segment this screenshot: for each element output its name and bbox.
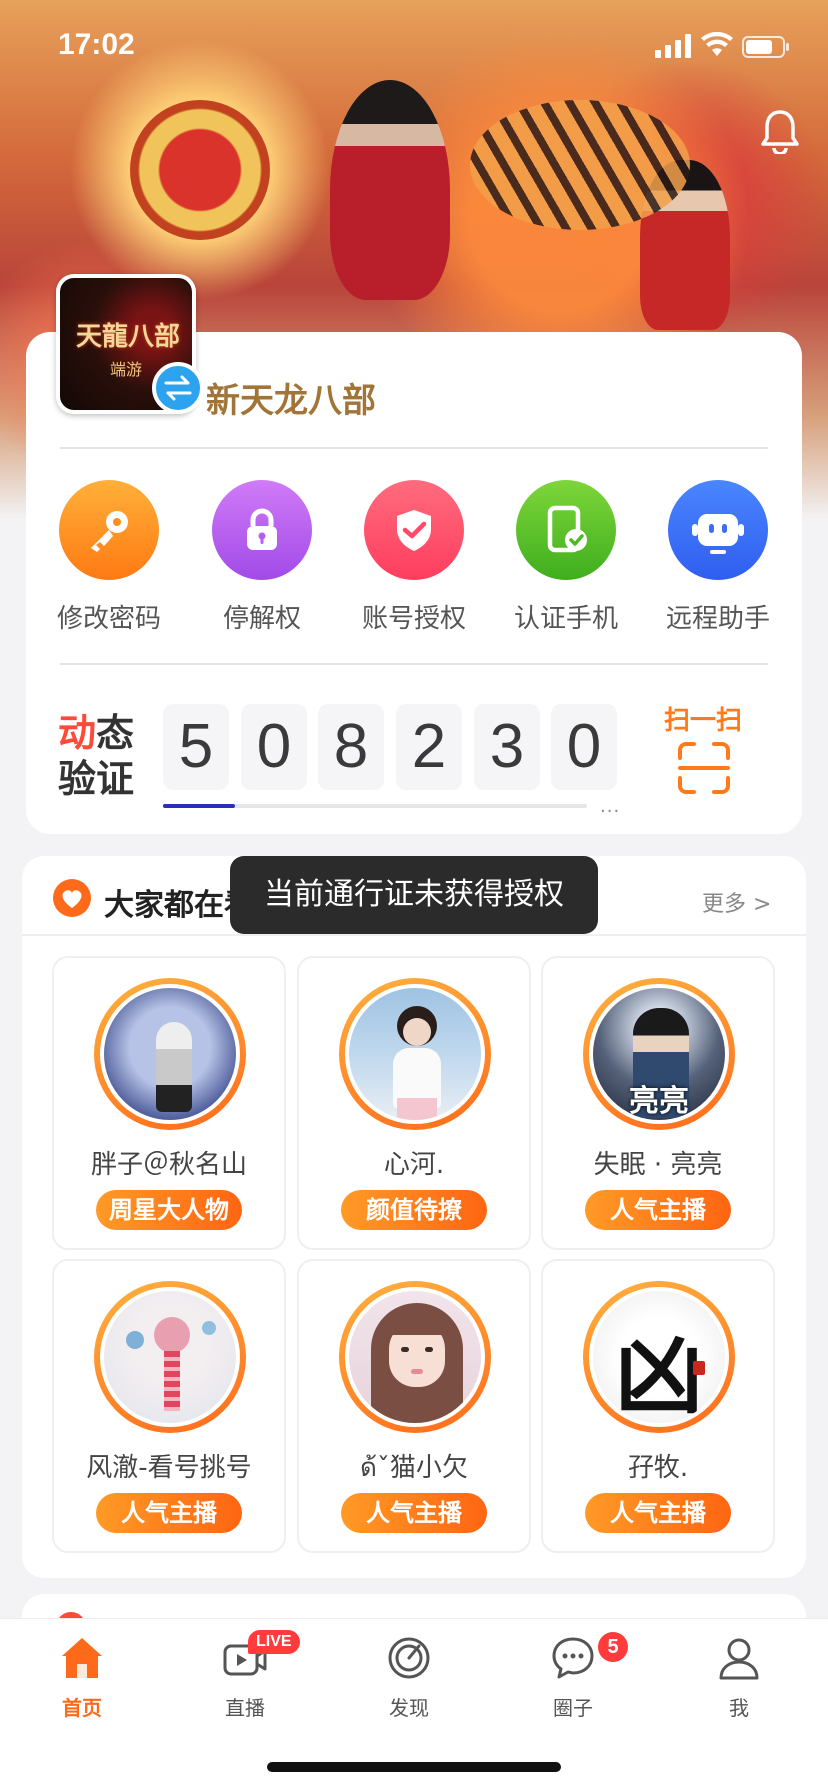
avatar (94, 978, 246, 1130)
dynamic-code-label-line2: 验证 (58, 757, 135, 801)
drum-decoration (130, 100, 270, 240)
user-name: 胖子＠秋名山 (90, 1150, 247, 1180)
avatar-text: 凶 (614, 1323, 703, 1427)
action-label: 远程助手 (665, 604, 770, 634)
live-badge: LIVE (248, 1630, 300, 1654)
dynamic-code-label-accent: 动 (58, 711, 97, 755)
action-suspend-auth[interactable]: 停解权 (197, 480, 327, 635)
avatar-image (100, 984, 240, 1124)
tab-label: 我 (729, 1696, 749, 1720)
code-countdown-fill (163, 804, 236, 808)
divider (22, 934, 806, 936)
divider (60, 663, 768, 665)
status-time: 17:02 (58, 28, 135, 61)
tab-home[interactable]: 首页 (22, 1634, 142, 1721)
action-verify-phone[interactable]: 认证手机 (501, 480, 631, 635)
user-card[interactable]: 亮亮 失眠 · 亮亮 人气主播 (541, 956, 775, 1250)
code-digit: 8 (318, 704, 384, 790)
phone-check-icon (516, 480, 616, 580)
dynamic-code-label: 动态 验证 (58, 710, 148, 802)
switch-account-icon[interactable] (152, 362, 204, 414)
user-name: ด้ˇ猫小欠 (360, 1453, 468, 1483)
action-account-auth[interactable]: 账号授权 (349, 480, 479, 635)
more-dots[interactable]: ... (600, 796, 620, 817)
user-card[interactable]: 心河. 颜值待撩 (297, 956, 531, 1250)
scan-icon[interactable] (676, 740, 732, 796)
user-tag: 周星大人物 (96, 1190, 242, 1230)
user-tag: 颜值待撩 (341, 1190, 487, 1230)
avatar-image: 凶 (589, 1287, 729, 1427)
user-tag: 人气主播 (585, 1190, 731, 1230)
chat-bubble-icon (552, 1637, 594, 1679)
action-remote-assistant[interactable]: 远程助手 (653, 480, 783, 635)
avatar-image (100, 1287, 240, 1427)
game-logo-title: 天龍八部 (75, 322, 180, 352)
user-tag: 人气主播 (585, 1493, 731, 1533)
tab-label: 圈子 (553, 1696, 593, 1720)
action-label: 账号授权 (361, 604, 466, 634)
code-digit: 2 (396, 704, 462, 790)
action-label: 停解权 (222, 604, 301, 634)
discover-icon (388, 1637, 430, 1679)
avatar-image (345, 1287, 485, 1427)
shield-check-icon (364, 480, 464, 580)
app-page: 17:02 天龍八部 端游 新天龙八部 修改密码 停解权 账号授权 认证手机 远… (0, 0, 828, 1792)
robot-icon (668, 480, 768, 580)
avatar: 亮亮 (583, 978, 735, 1130)
heart-icon (53, 879, 91, 917)
lock-icon (212, 480, 312, 580)
tab-label: 发现 (389, 1696, 429, 1720)
divider (60, 447, 768, 449)
user-card[interactable]: ด้ˇ猫小欠 人气主播 (297, 1259, 531, 1553)
avatar (339, 978, 491, 1130)
bell-icon[interactable] (760, 108, 800, 154)
user-name: 风澈-看号挑号 (86, 1453, 252, 1483)
user-tag: 人气主播 (341, 1493, 487, 1533)
tab-label: 直播 (225, 1696, 265, 1720)
tab-label: 首页 (62, 1696, 102, 1720)
wifi-icon (701, 32, 733, 56)
code-digit: 5 (163, 704, 229, 790)
user-name: 心河. (383, 1150, 445, 1180)
avatar-text: 亮亮 (629, 1084, 689, 1119)
toast-message: 当前通行证未获得授权 (230, 856, 598, 934)
code-digit: 0 (241, 704, 307, 790)
tab-discover[interactable]: 发现 (349, 1634, 469, 1721)
avatar-image (345, 984, 485, 1124)
dynamic-code-label-rest: 态 (96, 711, 135, 755)
tab-me[interactable]: 我 (679, 1634, 799, 1721)
status-bar: 17:02 (0, 0, 828, 100)
code-digit: 0 (551, 704, 617, 790)
scan-label[interactable]: 扫一扫 (664, 700, 742, 737)
user-card[interactable]: 风澈-看号挑号 人气主播 (52, 1259, 286, 1553)
home-indicator[interactable] (267, 1762, 561, 1772)
more-link[interactable]: 更多 > (702, 886, 771, 918)
avatar: 凶 (583, 1281, 735, 1433)
action-change-password[interactable]: 修改密码 (44, 480, 174, 635)
code-digit: 3 (474, 704, 540, 790)
avatar (94, 1281, 246, 1433)
battery-icon (742, 36, 789, 58)
figure-decoration (330, 80, 450, 300)
action-label: 认证手机 (513, 604, 618, 634)
user-name: 孖牧. (627, 1453, 689, 1483)
tiger-decoration (470, 100, 690, 230)
cellular-signal-icon (655, 34, 691, 58)
action-label: 修改密码 (56, 604, 161, 634)
profile-icon (719, 1638, 759, 1680)
user-card[interactable]: 胖子＠秋名山 周星大人物 (52, 956, 286, 1250)
user-name: 失眠 · 亮亮 (593, 1150, 723, 1180)
game-name[interactable]: 新天龙八部 (206, 373, 376, 422)
notification-count-badge: 5 (598, 1632, 628, 1662)
code-countdown-bar (163, 804, 587, 808)
user-tag: 人气主播 (96, 1493, 242, 1533)
user-card[interactable]: 凶 孖牧. 人气主播 (541, 1259, 775, 1553)
home-icon (62, 1638, 102, 1678)
key-icon (59, 480, 159, 580)
avatar-image: 亮亮 (589, 984, 729, 1124)
avatar (339, 1281, 491, 1433)
